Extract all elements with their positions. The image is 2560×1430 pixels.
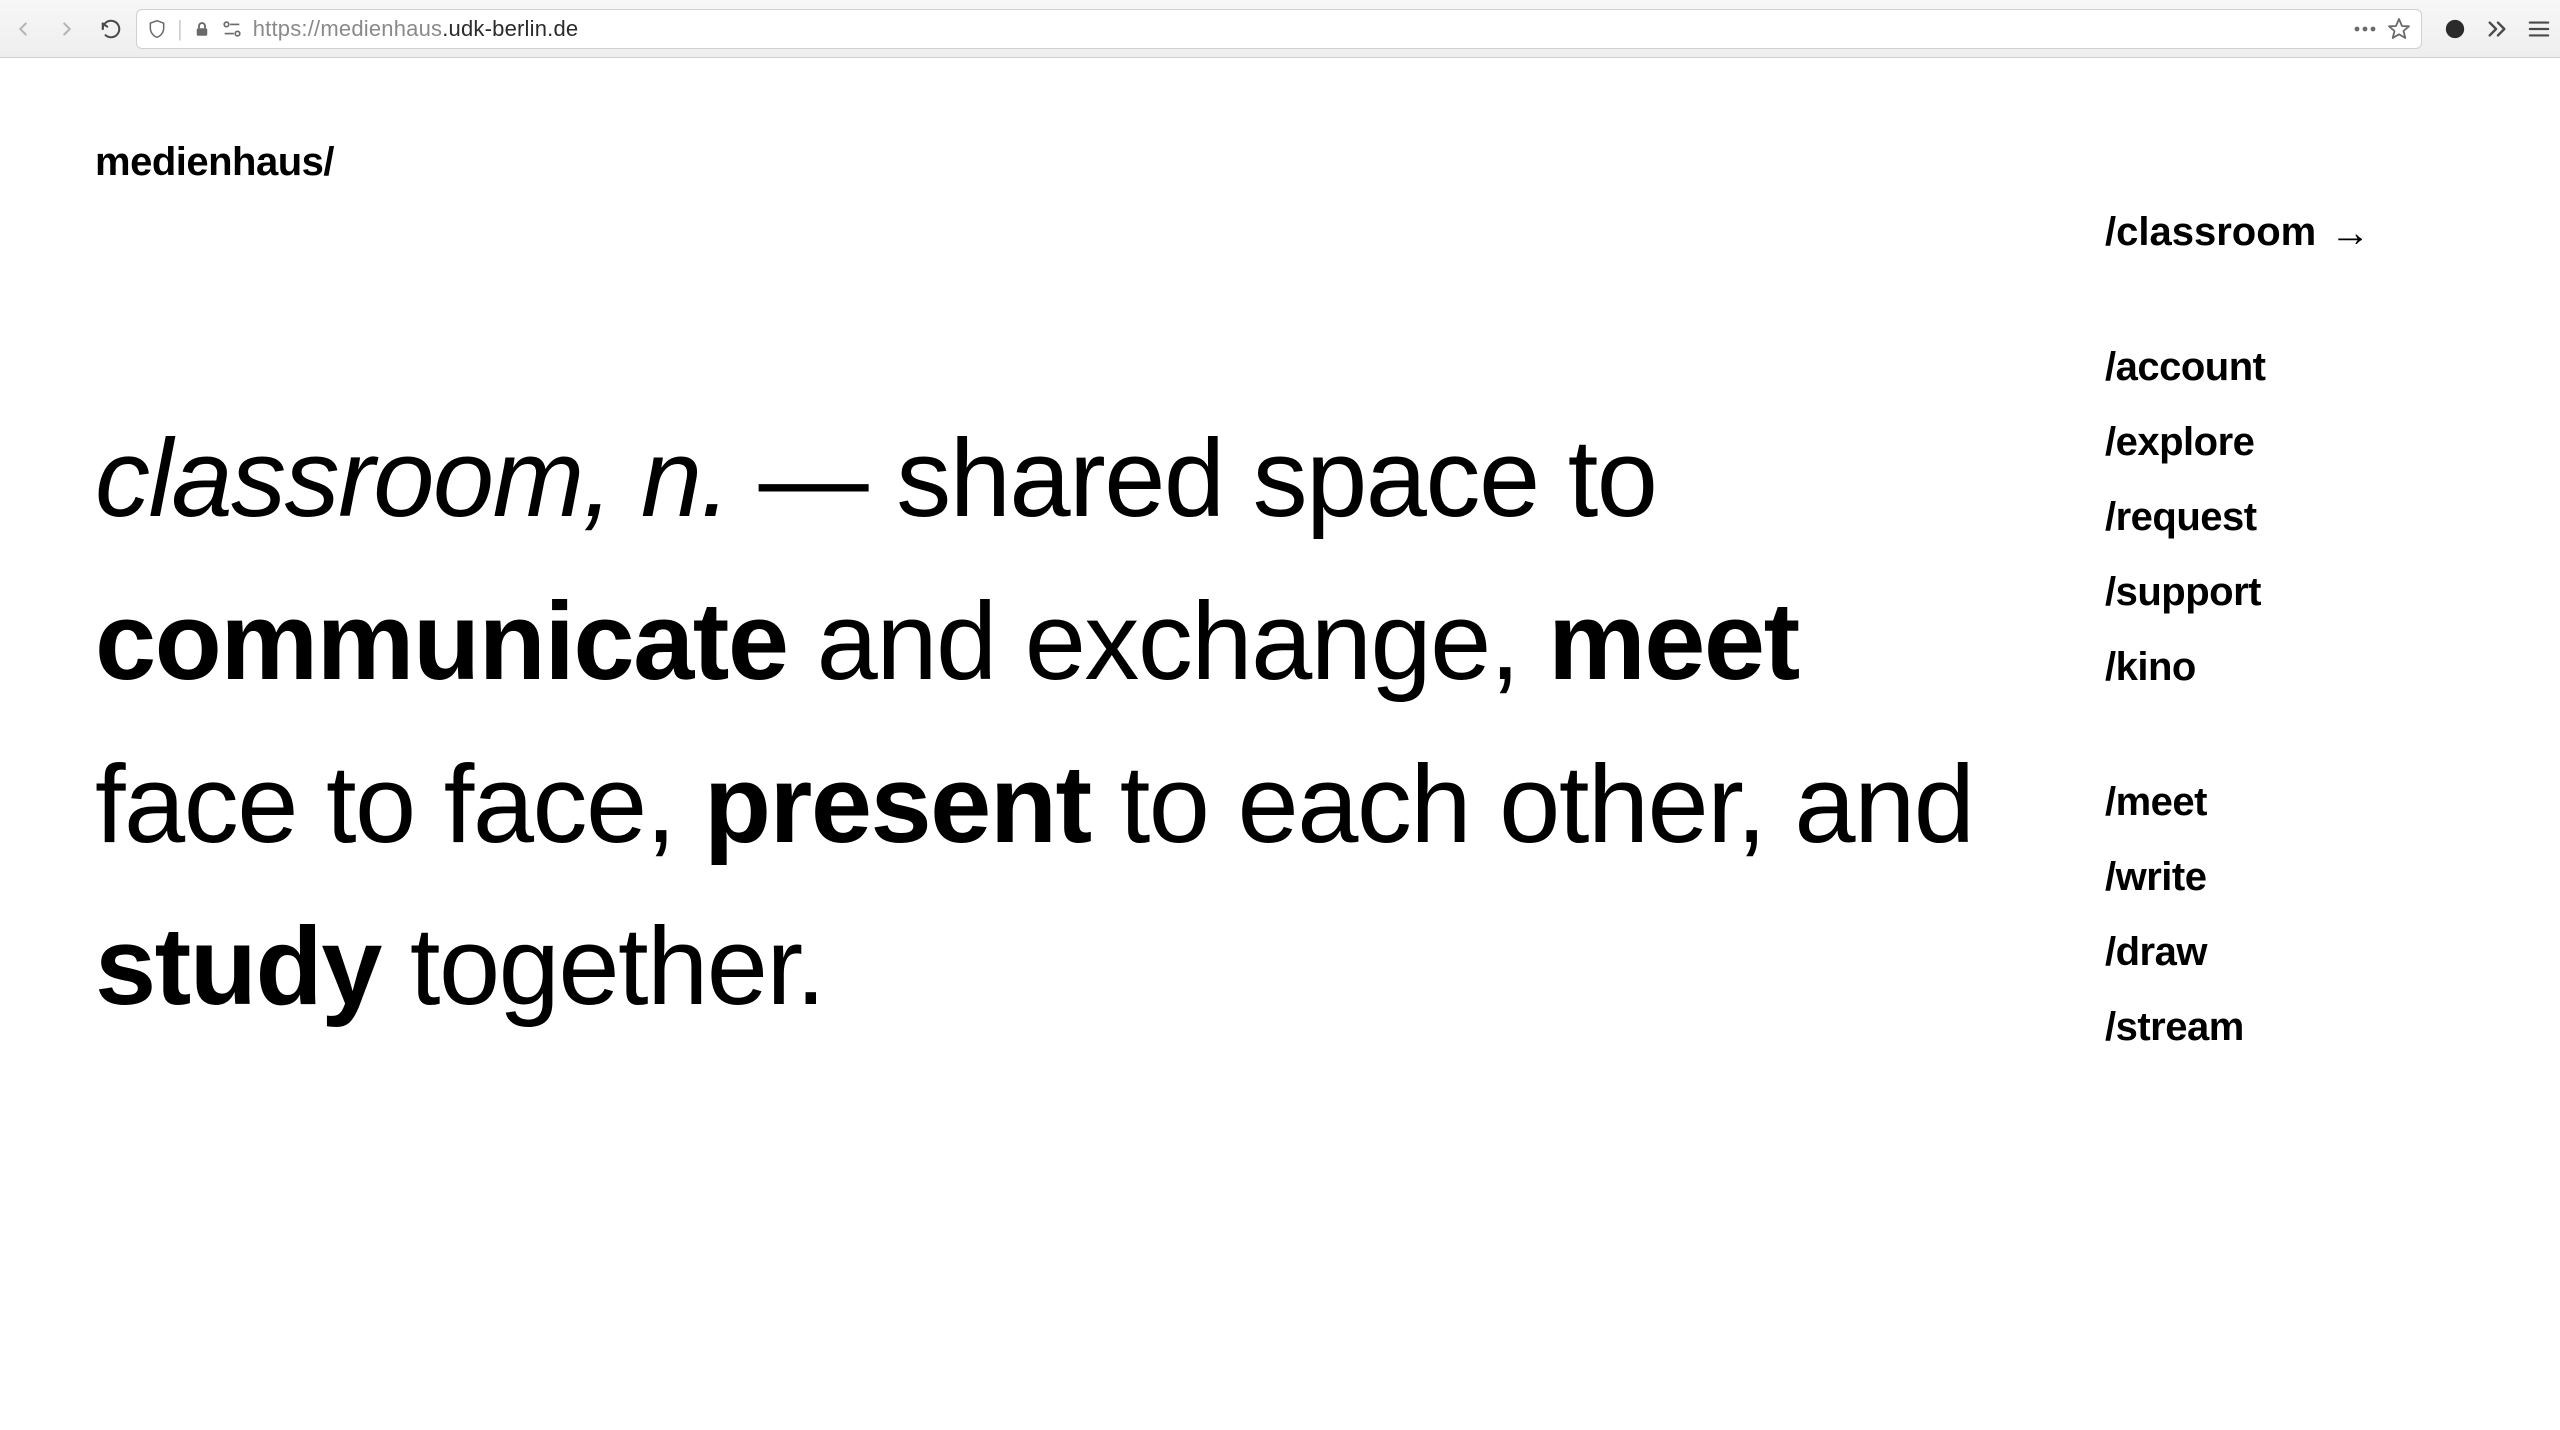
reload-button[interactable] <box>98 16 124 42</box>
address-bar[interactable]: | https://medienhaus.udk-berlin.de <box>136 9 2422 49</box>
account-avatar-icon[interactable] <box>2444 18 2466 40</box>
forward-button[interactable] <box>54 16 80 42</box>
nav-link-explore[interactable]: /explore <box>2105 420 2465 465</box>
nav-link-meet[interactable]: /meet <box>2105 780 2465 825</box>
page-actions-icon[interactable] <box>2353 25 2377 33</box>
nav-link-request[interactable]: /request <box>2105 495 2465 540</box>
nav-link-kino[interactable]: /kino <box>2105 645 2465 690</box>
shield-icon[interactable] <box>147 18 167 40</box>
browser-toolbar: | https://medienhaus.udk-berlin.de <box>0 0 2560 58</box>
hamburger-menu-icon[interactable] <box>2528 20 2550 38</box>
permissions-icon[interactable] <box>221 19 243 39</box>
nav-link-account[interactable]: /account <box>2105 345 2465 390</box>
definition-text: classroom, n. — shared space to communic… <box>95 398 1995 1110</box>
nav-group-2: /meet /write /draw /stream <box>2105 780 2465 1050</box>
bookmark-star-icon[interactable] <box>2387 17 2411 41</box>
nav-link-write[interactable]: /write <box>2105 855 2465 900</box>
definition-term: classroom, n. <box>95 417 730 540</box>
nav-link-stream[interactable]: /stream <box>2105 1005 2465 1050</box>
nav-group-1: /account /explore /request /support /kin… <box>2105 345 2465 690</box>
url-text: https://medienhaus.udk-berlin.de <box>253 16 2343 42</box>
sidebar-header[interactable]: /classroom → <box>2105 210 2465 255</box>
current-section-label: /classroom <box>2105 210 2316 255</box>
lock-icon[interactable] <box>193 19 211 39</box>
nav-link-support[interactable]: /support <box>2105 570 2465 615</box>
site-logo[interactable]: medienhaus/ <box>95 140 334 185</box>
nav-link-draw[interactable]: /draw <box>2105 930 2465 975</box>
overflow-arrows-icon[interactable] <box>2486 19 2508 39</box>
arrow-right-icon: → <box>2330 213 2370 253</box>
back-button[interactable] <box>10 16 36 42</box>
sidebar-nav: /classroom → /account /explore /request … <box>2105 158 2465 1110</box>
